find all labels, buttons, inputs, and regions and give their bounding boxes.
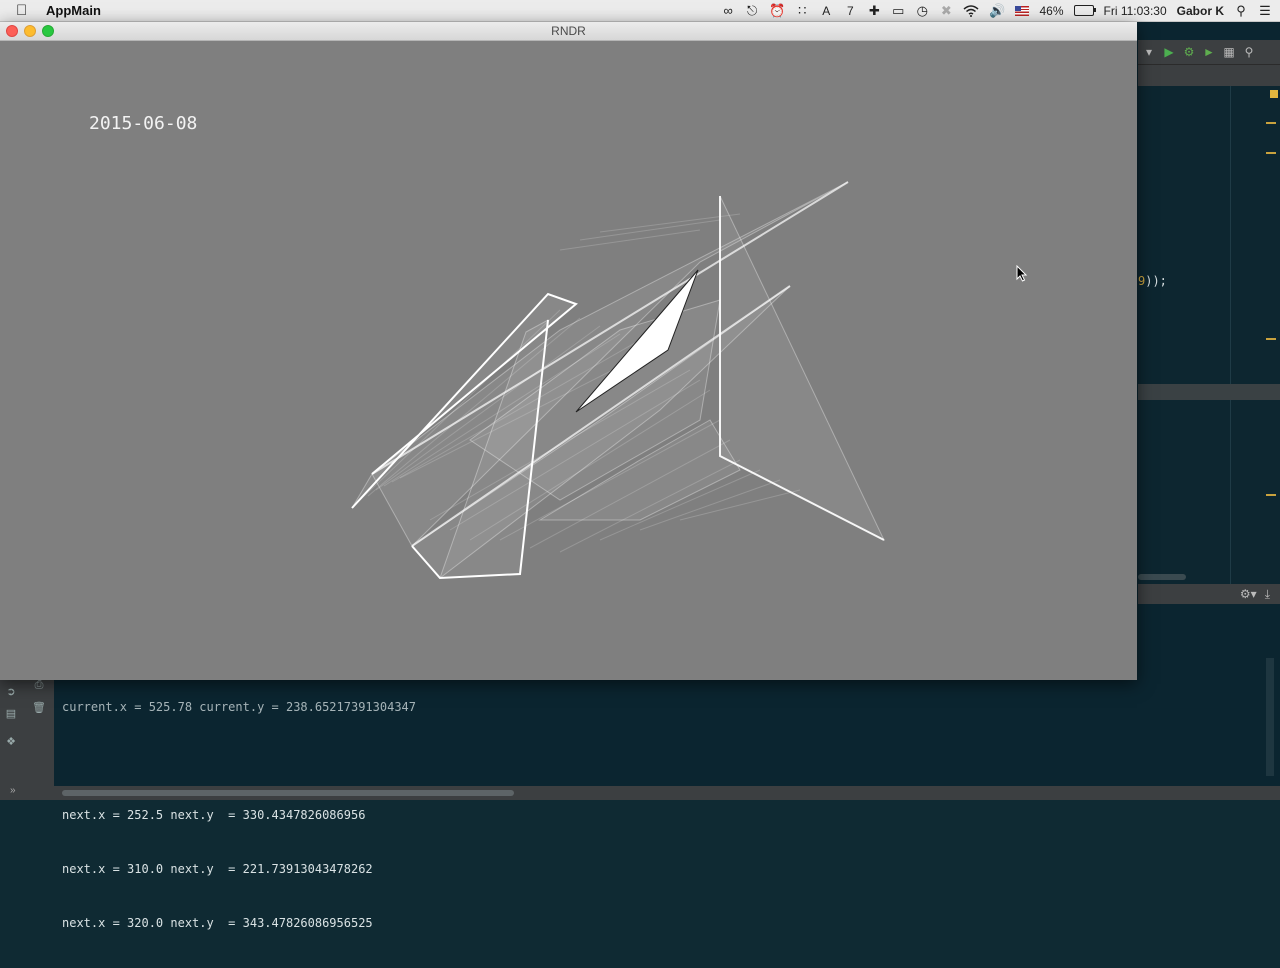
console-line: next.x = 252.5 next.y = 330.434782608695… xyxy=(62,808,366,822)
hide-panel-icon[interactable]: ⤓ xyxy=(1265,587,1270,602)
run-panel-bar: ⚙▾ ⤓ xyxy=(1138,584,1280,604)
status-area: ∞ ⎋ ⏰ ∷ A 7 ✚ ▭ ◷ ✖ 🔊 46% Fri 11:03:30 G… xyxy=(721,0,1272,21)
render-canvas[interactable]: 2015-06-08 xyxy=(0,41,1137,680)
code-editor[interactable]: 9)); xyxy=(1138,86,1280,584)
expand-icon[interactable]: » xyxy=(10,785,16,796)
settings-icon[interactable]: ⚙▾ xyxy=(1240,587,1257,601)
glasses-icon[interactable]: ⎋ xyxy=(745,0,759,21)
console-icon-login[interactable]: ➲ xyxy=(4,684,18,698)
window-title: RNDR xyxy=(551,24,586,38)
ide-toolbar: ▾ ▶ ⚙ ► ▦ ⚲ xyxy=(1138,40,1280,64)
title-bar[interactable]: RNDR xyxy=(0,22,1137,41)
plus-icon[interactable]: ✚ xyxy=(867,0,881,21)
wifi-icon[interactable] xyxy=(963,0,979,21)
coverage-icon[interactable]: ► xyxy=(1202,45,1216,59)
us-flag-icon[interactable] xyxy=(1015,5,1030,16)
horizontal-scrollbar[interactable]: » xyxy=(0,785,1280,800)
clock[interactable]: Fri 11:03:30 xyxy=(1104,0,1167,21)
editor-gutter-line xyxy=(1230,86,1231,584)
console-output[interactable]: current.x = 525.78 current.y = 238.65217… xyxy=(62,662,416,968)
editor-tabs xyxy=(1138,64,1280,87)
alarm-icon[interactable]: ⏰ xyxy=(769,0,785,21)
warning-marker[interactable] xyxy=(1270,90,1278,98)
airplay-icon[interactable]: ▭ xyxy=(891,0,905,21)
menu-bar:  AppMain ∞ ⎋ ⏰ ∷ A 7 ✚ ▭ ◷ ✖ 🔊 46% Fri … xyxy=(0,0,1280,22)
dropdown-icon[interactable]: ▾ xyxy=(1142,45,1156,59)
bandwidth-icon[interactable]: ∞ xyxy=(721,0,735,21)
debug-icon[interactable]: ⚙ xyxy=(1182,45,1196,59)
pin-icon[interactable]: ❖ xyxy=(4,734,18,748)
generative-artwork xyxy=(351,181,886,580)
text-tool-icon[interactable]: A xyxy=(819,0,833,21)
code-fragment: 9)); xyxy=(1138,274,1167,288)
search-icon[interactable]: ⚲ xyxy=(1234,0,1248,21)
battery-percent: 46% xyxy=(1039,3,1064,18)
error-stripe[interactable] xyxy=(1266,152,1276,154)
bluetooth-icon[interactable]: ✖ xyxy=(939,0,953,21)
mouse-cursor-icon xyxy=(1016,265,1028,282)
console-icon-trash[interactable]: 🗑 xyxy=(32,700,46,714)
list-icon[interactable]: ☰ xyxy=(1258,0,1272,21)
console-line: next.x = 310.0 next.y = 221.739130434782… xyxy=(62,862,373,876)
console-icon-print[interactable]: ⎙ xyxy=(32,678,46,692)
scroll-thumb[interactable] xyxy=(62,790,514,796)
apple-icon[interactable]:  xyxy=(16,2,34,19)
error-stripe[interactable] xyxy=(1266,338,1276,340)
rndr-window: RNDR 2015-06-08 xyxy=(0,22,1137,680)
error-stripe[interactable] xyxy=(1266,122,1276,124)
editor-scrollbar[interactable] xyxy=(1138,574,1186,580)
battery-icon[interactable] xyxy=(1073,5,1096,16)
user-name[interactable]: Gabor K xyxy=(1177,0,1224,21)
highlighted-line xyxy=(1138,384,1280,400)
dots-grid-icon[interactable]: ∷ xyxy=(795,0,809,21)
badge-count: 7 xyxy=(846,3,854,18)
structure-icon[interactable]: ▦ xyxy=(1222,45,1236,59)
console-icon-layout[interactable]: ▤ xyxy=(4,706,18,720)
error-stripe[interactable] xyxy=(1266,494,1276,496)
ide-search-icon[interactable]: ⚲ xyxy=(1242,45,1256,59)
run-icon[interactable]: ▶ xyxy=(1162,45,1176,59)
time-machine-icon[interactable]: ◷ xyxy=(915,0,929,21)
console-line: next.x = 320.0 next.y = 343.478260869565… xyxy=(62,916,373,930)
console-line: current.x = 525.78 current.y = 238.65217… xyxy=(62,700,417,714)
volume-icon[interactable]: 🔊 xyxy=(989,0,1005,21)
app-name-menu[interactable]: AppMain xyxy=(46,3,101,18)
console-scrollbar[interactable] xyxy=(1266,658,1274,776)
